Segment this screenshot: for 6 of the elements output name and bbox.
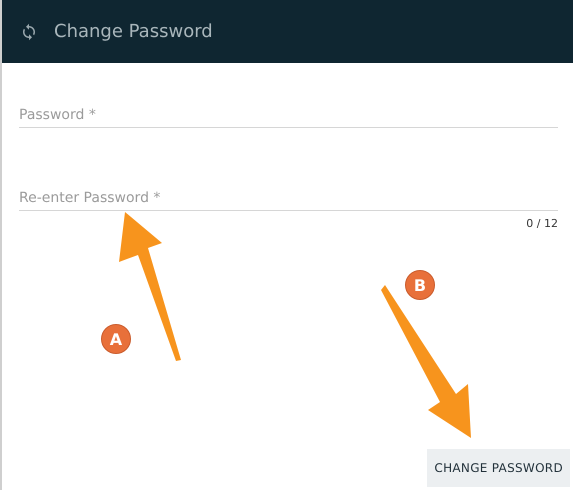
window-title: Change Password <box>54 21 213 42</box>
annotation-badge: B <box>405 270 435 300</box>
character-counter: 0 / 12 <box>525 217 558 230</box>
refresh-icon[interactable] <box>20 22 38 40</box>
change-password-button[interactable]: CHANGE PASSWORD <box>427 449 570 487</box>
annotation-badge: A <box>101 324 131 354</box>
